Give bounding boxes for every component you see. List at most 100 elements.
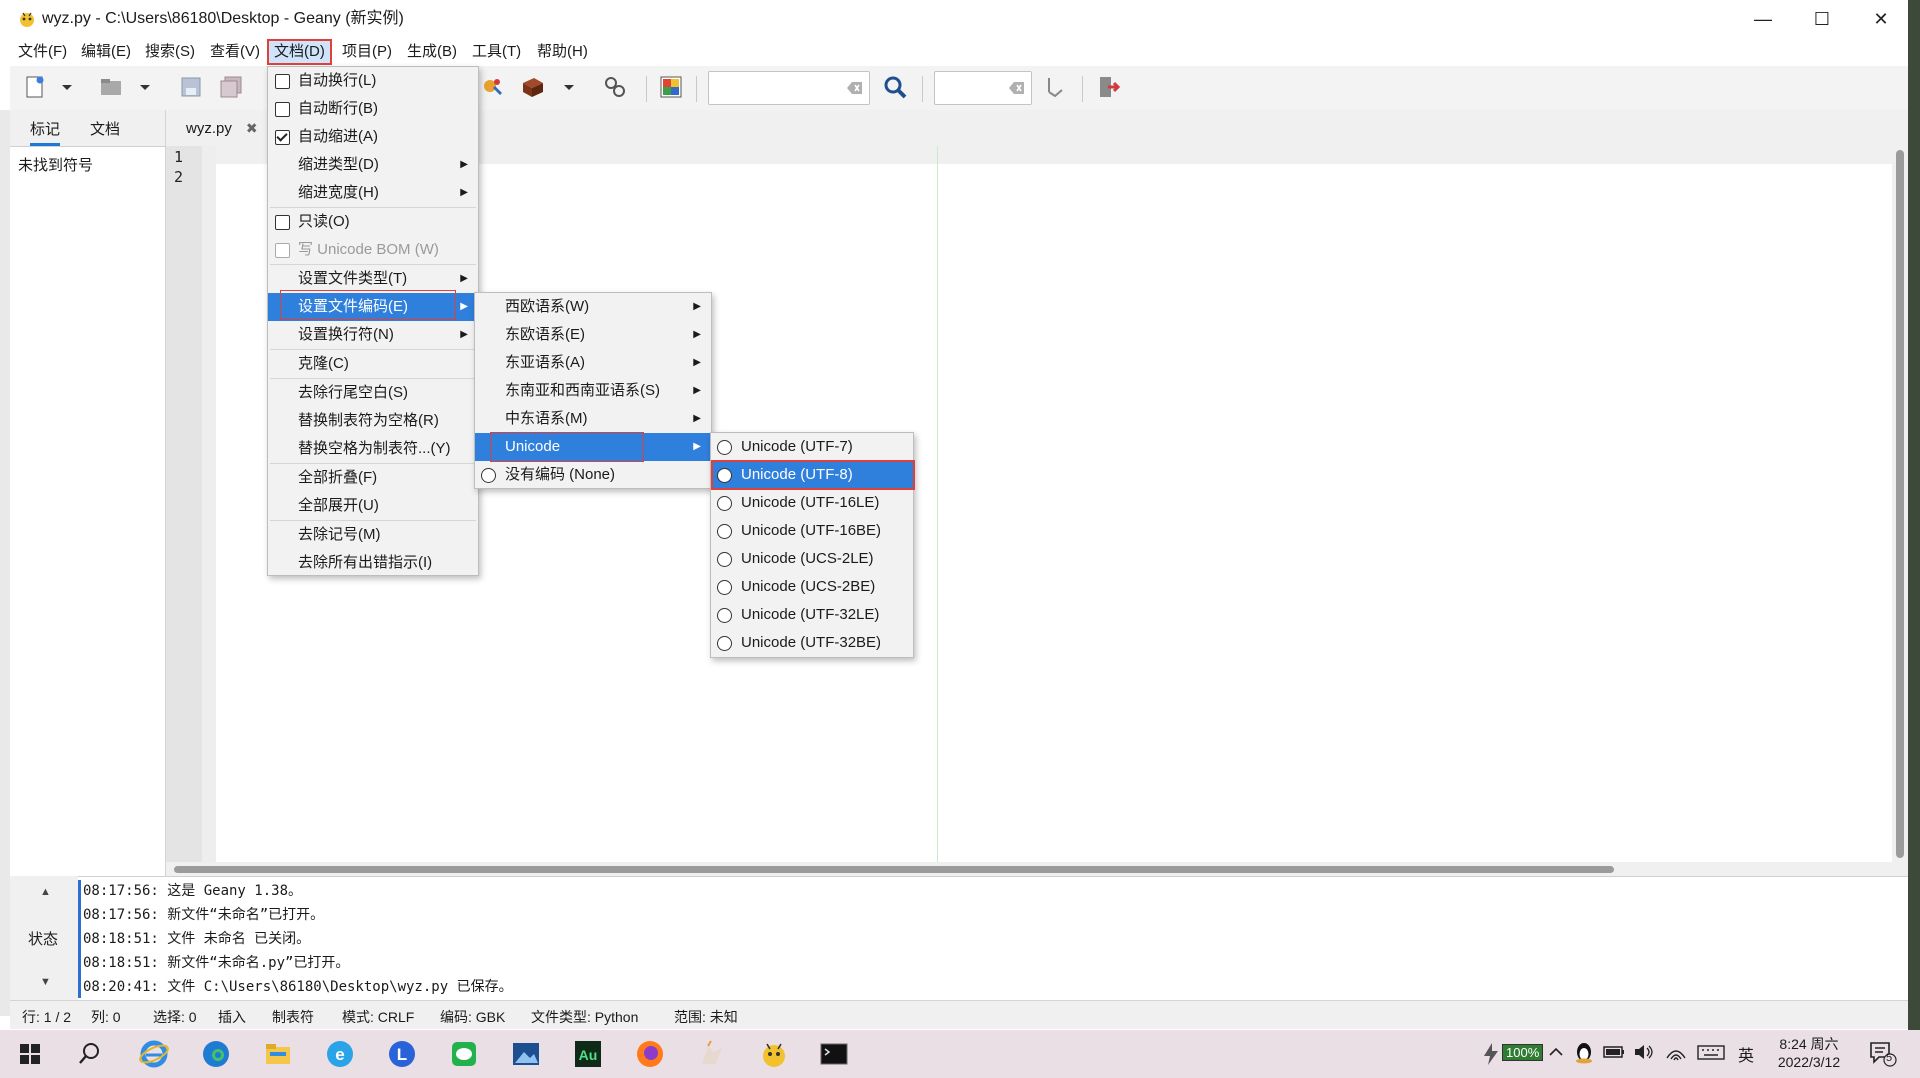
menu-edit[interactable]: 编辑(E)	[75, 40, 137, 64]
ucs2be-radio[interactable]	[717, 580, 732, 595]
menu-item-replace-tabs[interactable]: 替换制表符为空格(R)	[268, 407, 478, 435]
taskbar-search-icon[interactable]	[74, 1038, 106, 1070]
menu-item-remove-error-indicators[interactable]: 去除所有出错指示(I)	[268, 549, 478, 577]
edge-browser-icon[interactable]	[200, 1038, 232, 1070]
menu-item-line-break[interactable]: 自动断行(B)	[268, 95, 478, 123]
menu-item-set-line-endings[interactable]: 设置换行符(N) ▶	[268, 321, 478, 349]
menu-item-ucs2le[interactable]: Unicode (UCS-2LE)	[711, 545, 913, 573]
editor-tab-wyz[interactable]: wyz.py ✖	[174, 110, 270, 146]
close-tab-icon[interactable]: ✖	[246, 120, 258, 136]
line-break-checkbox[interactable]	[275, 102, 290, 117]
goto-line-icon[interactable]	[1042, 74, 1068, 100]
color-chooser-icon[interactable]	[658, 74, 684, 100]
menu-item-western-european[interactable]: 西欧语系(W) ▶	[475, 293, 711, 321]
menu-item-southeast-asian[interactable]: 东南亚和西南亚语系(S) ▶	[475, 377, 711, 405]
menu-item-clone[interactable]: 克隆(C)	[268, 350, 478, 378]
menu-project[interactable]: 项目(P)	[336, 40, 398, 64]
scroll-up-arrow-icon[interactable]: ▲	[40, 886, 51, 898]
tab-symbols[interactable]: 标记	[30, 118, 61, 146]
new-from-template-dropdown-icon[interactable]	[60, 74, 74, 100]
volume-icon[interactable]	[1632, 1042, 1656, 1066]
power-icon[interactable]	[1480, 1042, 1502, 1070]
utf32be-radio[interactable]	[717, 636, 732, 651]
utf32le-radio[interactable]	[717, 608, 732, 623]
vertical-scrollbar[interactable]	[1892, 146, 1908, 862]
menu-item-set-filetype[interactable]: 设置文件类型(T) ▶	[268, 265, 478, 293]
new-file-icon[interactable]	[22, 74, 48, 100]
menu-item-line-wrap[interactable]: 自动换行(L)	[268, 67, 478, 95]
menu-item-indent-width[interactable]: 缩进宽度(H) ▶	[268, 179, 478, 207]
utf7-radio[interactable]	[717, 440, 732, 455]
qq-penguin-icon[interactable]	[1574, 1040, 1594, 1070]
clock-date[interactable]: 2022/3/12	[1766, 1054, 1852, 1070]
utf16be-radio[interactable]	[717, 524, 732, 539]
menu-search[interactable]: 搜索(S)	[139, 40, 201, 64]
search-icon[interactable]	[882, 74, 908, 100]
battery-percent-badge[interactable]: 100%	[1502, 1044, 1544, 1061]
close-button[interactable]: ✕	[1852, 0, 1910, 38]
ime-language-indicator[interactable]: 英	[1738, 1042, 1754, 1066]
geany-taskbar-icon[interactable]	[758, 1038, 790, 1070]
menu-item-remove-markers[interactable]: 去除记号(M)	[268, 521, 478, 549]
terminal-icon[interactable]	[818, 1038, 850, 1070]
audition-icon[interactable]: Au	[572, 1038, 604, 1070]
clear-goto-icon[interactable]	[1009, 81, 1025, 95]
line-wrap-checkbox[interactable]	[275, 74, 290, 89]
scrollbar-thumb[interactable]	[1896, 150, 1904, 858]
keyboard-icon[interactable]	[1696, 1042, 1726, 1066]
menu-tools[interactable]: 工具(T)	[466, 40, 527, 64]
read-only-checkbox[interactable]	[275, 215, 290, 230]
wechat-icon[interactable]	[448, 1038, 480, 1070]
scrollbar-thumb[interactable]	[174, 866, 1614, 873]
browser-e-icon[interactable]: e	[324, 1038, 356, 1070]
menu-item-middle-eastern[interactable]: 中东语系(M) ▶	[475, 405, 711, 433]
menu-file[interactable]: 文件(F)	[12, 40, 73, 64]
auto-indent-checkbox[interactable]	[275, 130, 290, 145]
menu-item-eastern-european[interactable]: 东欧语系(E) ▶	[475, 321, 711, 349]
save-icon[interactable]	[178, 74, 204, 100]
minimize-button[interactable]: —	[1734, 0, 1792, 38]
scroll-down-arrow-icon[interactable]: ▼	[40, 976, 51, 988]
tab-documents[interactable]: 文档	[90, 118, 120, 139]
menu-item-read-only[interactable]: 只读(O)	[268, 208, 478, 236]
menu-help[interactable]: 帮助(H)	[531, 40, 594, 64]
battery-icon[interactable]	[1602, 1042, 1626, 1066]
menu-item-unfold-all[interactable]: 全部展开(U)	[268, 492, 478, 520]
quit-icon[interactable]	[1096, 74, 1122, 100]
menu-view[interactable]: 查看(V)	[204, 40, 266, 64]
menu-item-no-encoding[interactable]: 没有编码 (None)	[475, 461, 711, 489]
horizontal-scrollbar[interactable]	[166, 862, 1908, 876]
menu-document[interactable]: 文档(D)	[267, 39, 332, 65]
clock-time[interactable]: 8:24 周六	[1772, 1034, 1846, 1054]
photos-icon[interactable]	[510, 1038, 542, 1070]
status-tab-label[interactable]: 状态	[28, 928, 58, 949]
menu-item-utf32be[interactable]: Unicode (UTF-32BE)	[711, 629, 913, 657]
ucs2le-radio[interactable]	[717, 552, 732, 567]
compile-icon[interactable]	[480, 74, 506, 100]
start-windows-icon[interactable]	[14, 1038, 46, 1070]
l-app-icon[interactable]: L	[386, 1038, 418, 1070]
run-icon[interactable]	[602, 74, 628, 100]
utf16le-radio[interactable]	[717, 496, 732, 511]
maximize-button[interactable]: ☐	[1793, 0, 1851, 38]
build-options-dropdown-icon[interactable]	[562, 74, 576, 100]
menu-item-replace-spaces[interactable]: 替换空格为制表符...(Y)	[268, 435, 478, 463]
no-encoding-radio[interactable]	[481, 468, 496, 483]
notification-center-icon[interactable]	[1868, 1040, 1898, 1072]
save-all-icon[interactable]	[218, 74, 244, 100]
menu-item-auto-indent[interactable]: 自动缩进(A)	[268, 123, 478, 151]
recent-files-dropdown-icon[interactable]	[138, 74, 152, 100]
goto-line-input[interactable]	[934, 71, 1032, 105]
menu-item-utf32le[interactable]: Unicode (UTF-32LE)	[711, 601, 913, 629]
build-icon[interactable]	[520, 74, 546, 100]
file-explorer-icon[interactable]	[262, 1038, 294, 1070]
menu-item-indent-type[interactable]: 缩进类型(D) ▶	[268, 151, 478, 179]
open-file-icon[interactable]	[98, 74, 124, 100]
internet-explorer-icon[interactable]	[138, 1038, 170, 1070]
menu-item-utf16be[interactable]: Unicode (UTF-16BE)	[711, 517, 913, 545]
menu-item-ucs2be[interactable]: Unicode (UCS-2BE)	[711, 573, 913, 601]
show-hidden-icons-chevron-icon[interactable]	[1548, 1042, 1564, 1066]
app-unicorn-icon[interactable]	[696, 1038, 728, 1070]
menu-item-strip-trailing-spaces[interactable]: 去除行尾空白(S)	[268, 379, 478, 407]
clear-search-icon[interactable]	[847, 81, 863, 95]
